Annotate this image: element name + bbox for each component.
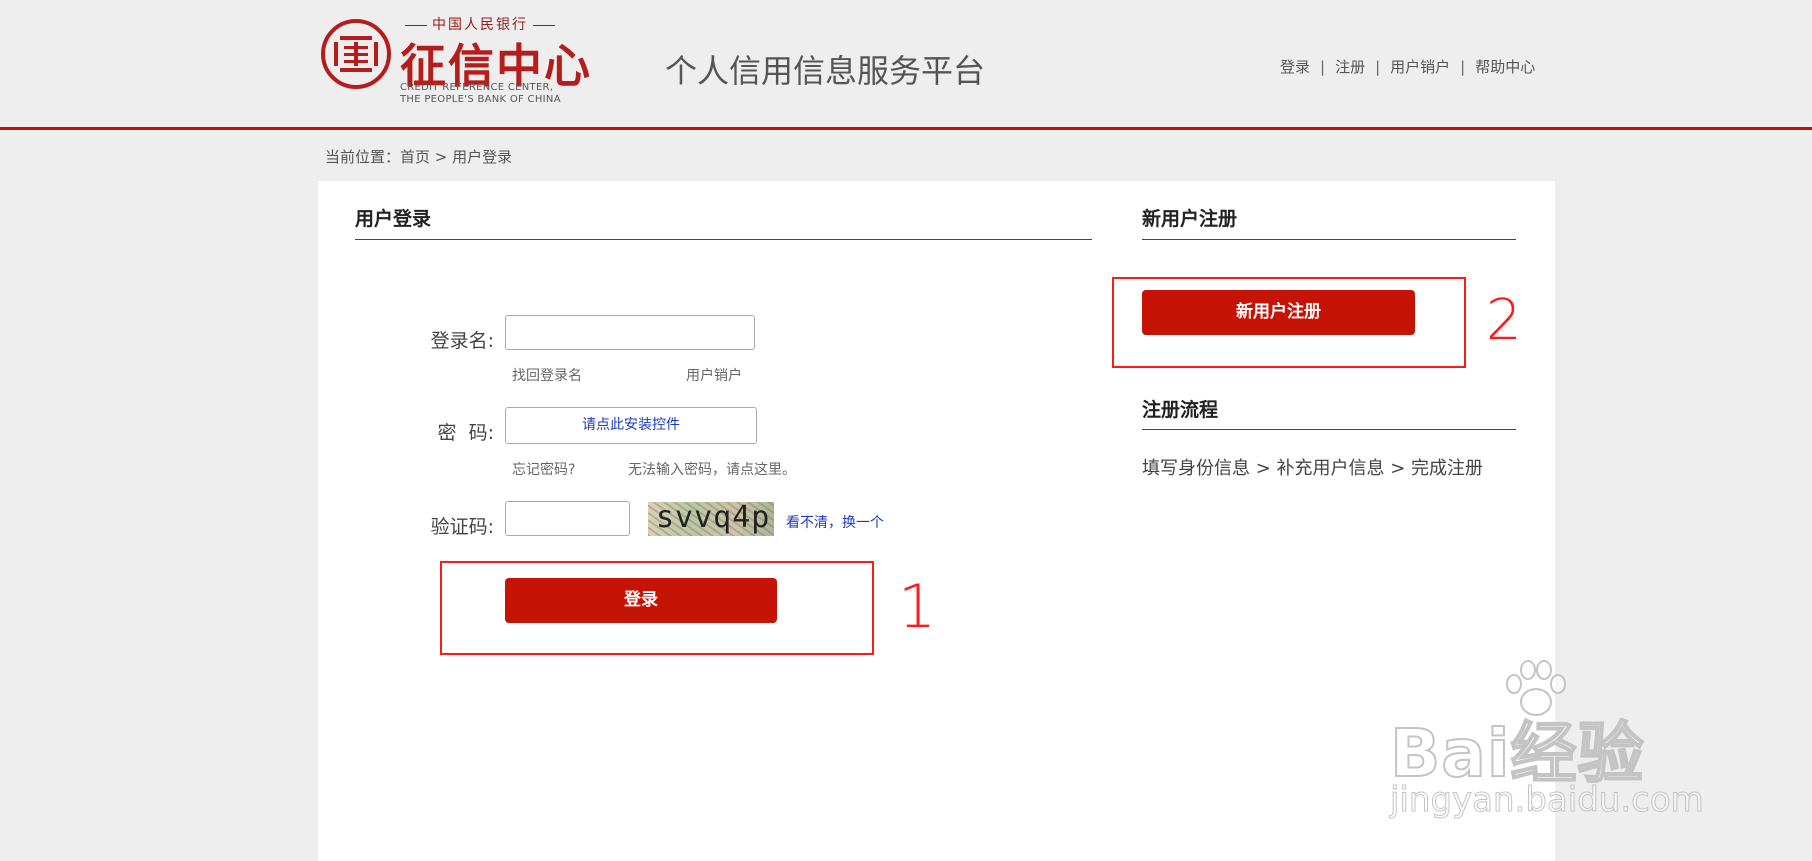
annotation-number-1: 1: [898, 572, 937, 642]
annotation-number-2: 2: [1486, 288, 1522, 353]
captcha-input[interactable]: [505, 501, 630, 536]
breadcrumb-current: 用户登录: [452, 148, 513, 166]
captcha-image[interactable]: svvq4p: [648, 502, 774, 536]
breadcrumb-prefix: 当前位置：: [325, 148, 401, 166]
register-flow-rule: [1142, 429, 1516, 430]
nav-help-center-link[interactable]: 帮助中心: [1475, 58, 1535, 76]
register-flow-title: 注册流程: [1142, 399, 1219, 421]
logo-english-line2: THE PEOPLE'S BANK OF CHINA: [400, 94, 561, 105]
logo-english: CREDIT REFERENCE CENTER, THE PEOPLE'S BA…: [400, 82, 561, 106]
nav-separator: |: [1375, 58, 1381, 76]
login-section-title: 用户登录: [355, 208, 432, 230]
platform-title: 个人信用信息服务平台: [665, 52, 986, 90]
refresh-captcha-link[interactable]: 看不清，换一个: [786, 512, 884, 532]
header-divider: [0, 127, 1812, 130]
site-header: 中国人民银行 征信中心 CREDIT REFERENCE CENTER, THE…: [0, 0, 1812, 128]
seal-logo-icon: [321, 19, 391, 89]
top-nav: 登录 | 注册 | 用户销户 | 帮助中心: [1280, 56, 1535, 77]
register-flow-steps: 填写身份信息 > 补充用户信息 > 完成注册: [1142, 458, 1484, 479]
login-title-rule: [355, 239, 1092, 240]
logo-english-line1: CREDIT REFERENCE CENTER,: [400, 82, 554, 93]
nav-register-link[interactable]: 注册: [1335, 58, 1365, 76]
install-plugin-button[interactable]: 请点此安装控件: [505, 407, 757, 444]
credit-center-logo[interactable]: 中国人民银行 征信中心 CREDIT REFERENCE CENTER, THE…: [318, 12, 590, 112]
captcha-text: svvq4p: [656, 502, 771, 535]
breadcrumb: 当前位置：首页 > 用户登录: [325, 146, 512, 167]
forgot-password-link[interactable]: 忘记密码?: [512, 459, 575, 479]
username-input[interactable]: [505, 315, 755, 350]
captcha-label: 验证码:: [430, 516, 494, 538]
annotation-box-2: [1112, 277, 1466, 368]
nav-login-link[interactable]: 登录: [1280, 58, 1310, 76]
annotation-box-1: [440, 561, 874, 655]
register-title-rule: [1142, 239, 1516, 240]
breadcrumb-separator: >: [430, 148, 453, 166]
username-label: 登录名:: [430, 330, 494, 352]
cancel-account-link[interactable]: 用户销户: [686, 365, 742, 385]
password-label: 密 码:: [437, 422, 494, 444]
find-username-link[interactable]: 找回登录名: [512, 365, 582, 385]
cannot-input-password-link[interactable]: 无法输入密码，请点这里。: [628, 459, 796, 479]
breadcrumb-home-link[interactable]: 首页: [400, 148, 430, 166]
nav-separator: |: [1460, 58, 1466, 76]
register-section-title: 新用户注册: [1142, 208, 1238, 230]
nav-separator: |: [1320, 58, 1326, 76]
nav-cancel-account-link[interactable]: 用户销户: [1390, 58, 1450, 76]
